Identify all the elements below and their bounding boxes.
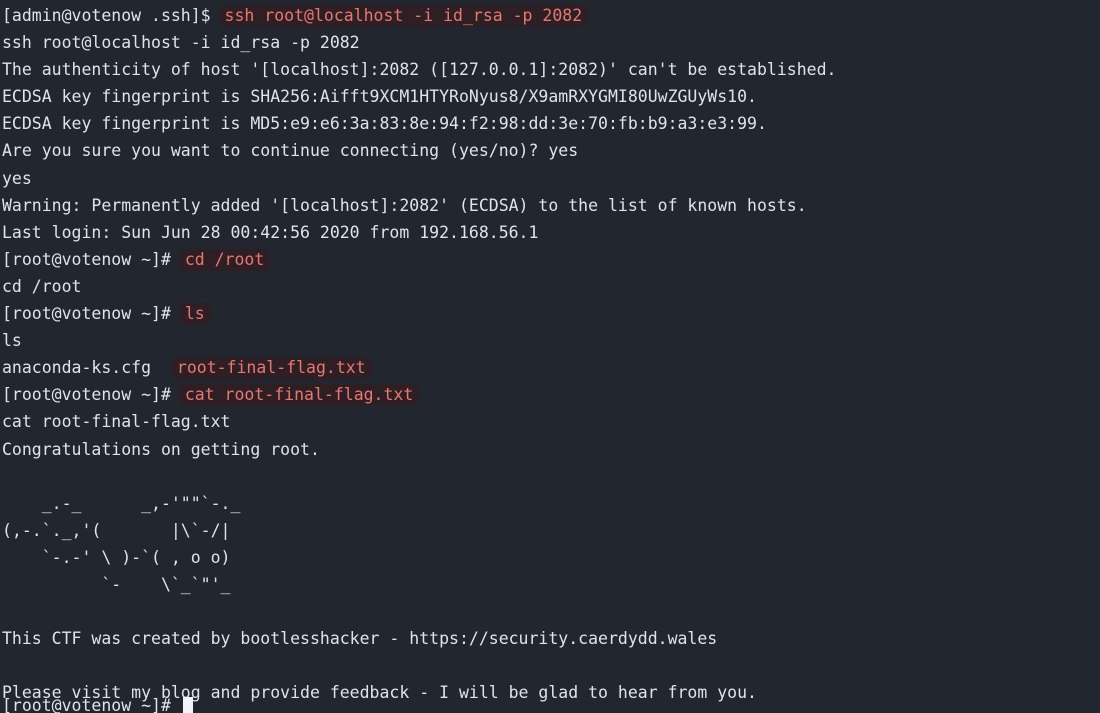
command-cd: cd /root	[178, 248, 271, 271]
terminal-blank-line-2	[2, 598, 1100, 625]
ascii-art-line-3: `-.-' \ )-`( , o o)	[2, 547, 231, 567]
terminal-line-warning-known-hosts: Warning: Permanently added '[localhost]:…	[2, 195, 807, 215]
terminal-line-cd-echo: cd /root	[2, 276, 82, 296]
command-cat: cat root-final-flag.txt	[178, 384, 420, 407]
file-root-final-flag-txt: root-final-flag.txt	[170, 357, 372, 380]
terminal-line-final-prompt: [root@votenow ~]#	[2, 692, 193, 713]
shell-prompt-root-1: [root@votenow ~]#	[2, 249, 181, 269]
shell-prompt-root-2: [root@votenow ~]#	[2, 304, 181, 324]
terminal-line-authenticity: The authenticity of host '[localhost]:20…	[2, 60, 837, 80]
terminal-window[interactable]: [admin@votenow .ssh]$ ssh root@localhost…	[0, 0, 1100, 713]
text-cursor	[182, 696, 193, 713]
terminal-line-last-login: Last login: Sun Jun 28 00:42:56 2020 fro…	[2, 222, 539, 242]
terminal-line-flag-message: Congratulations on getting root.	[2, 439, 320, 459]
file-anaconda-ks-cfg: anaconda-ks.cfg	[2, 358, 171, 378]
ascii-art-line-1: _.-_ _,-'""`-._	[2, 493, 241, 513]
terminal-line-ssh-command: [admin@votenow .ssh]$ ssh root@localhost…	[2, 2, 1100, 29]
terminal-line-confirm-prompt: Are you sure you want to continue connec…	[2, 141, 579, 161]
terminal-line-ls-echo: ls	[2, 331, 22, 351]
terminal-line-cat-command: [root@votenow ~]# cat root-final-flag.tx…	[2, 381, 1100, 408]
terminal-line-credit: This CTF was created by bootlesshacker -…	[2, 629, 718, 649]
terminal-line-confirm-echo: yes	[2, 168, 32, 188]
ascii-art-line-4: `- \`_`"'_	[2, 574, 231, 594]
terminal-line-ls-command: [root@votenow ~]# ls	[2, 300, 1100, 327]
terminal-blank-line-1	[2, 463, 1100, 490]
shell-prompt-root-final: [root@votenow ~]#	[2, 695, 181, 713]
command-echo-ssh: ssh root@localhost -i id_rsa -p 2082	[2, 33, 360, 53]
shell-prompt-user: [admin@votenow .ssh]$	[2, 6, 221, 25]
terminal-line-ssh-echo: ssh root@localhost -i id_rsa -p 2082	[2, 29, 1100, 56]
terminal-line-fingerprint-md5: ECDSA key fingerprint is MD5:e9:e6:3a:83…	[2, 114, 767, 134]
terminal-line-cd-command: [root@votenow ~]# cd /root	[2, 246, 1100, 273]
command-ssh: ssh root@localhost -i id_rsa -p 2082	[218, 5, 589, 27]
ascii-art-line-2: (,-.`._,'( |\`-/|	[2, 520, 231, 540]
terminal-line-fingerprint-sha256: ECDSA key fingerprint is SHA256:Aifft9XC…	[2, 87, 757, 107]
command-ls: ls	[178, 303, 211, 326]
terminal-blank-line-3	[2, 652, 1100, 679]
shell-prompt-root-3: [root@votenow ~]#	[2, 385, 181, 405]
terminal-line-cat-echo: cat root-final-flag.txt	[2, 412, 231, 432]
terminal-line-ls-output: anaconda-ks.cfg root-final-flag.txt	[2, 354, 1100, 381]
